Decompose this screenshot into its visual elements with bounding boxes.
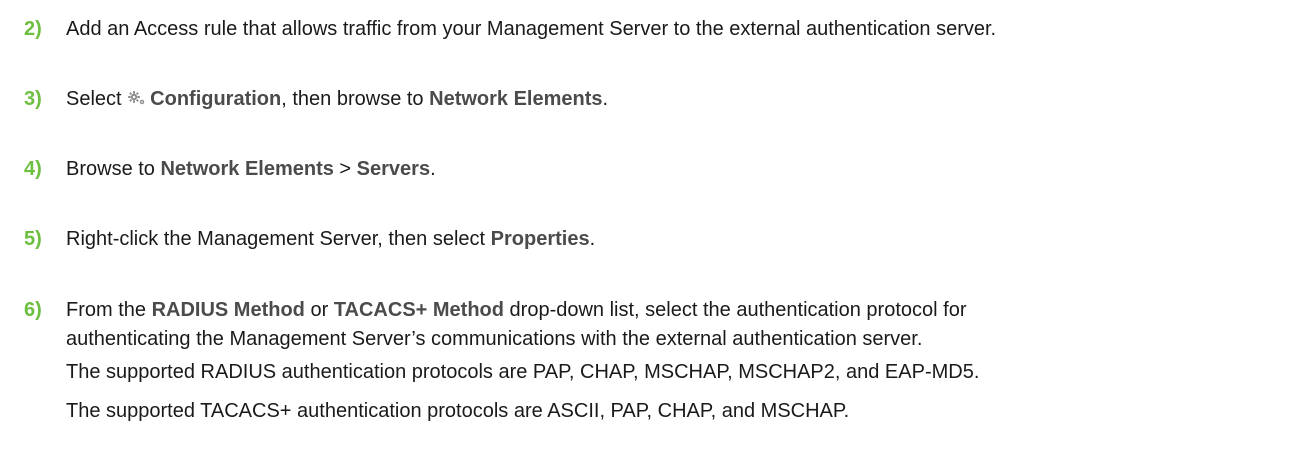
- step-text-post: .: [430, 158, 436, 180]
- step-text-post: drop-down list, select the authenticatio…: [504, 299, 967, 321]
- step-text-pre: Browse to: [66, 158, 161, 180]
- tacacs-method-ui-term: TACACS+ Method: [333, 299, 504, 321]
- properties-ui-term: Properties: [490, 228, 590, 250]
- network-elements-ui-term: Network Elements: [429, 88, 603, 110]
- gear-icon: [127, 86, 147, 105]
- step-number: 3): [24, 88, 42, 110]
- servers-ui-term: Servers: [356, 158, 431, 180]
- step-text-mid: >: [333, 158, 357, 180]
- configuration-ui-term: Configuration: [150, 88, 282, 110]
- step-number: 6): [24, 299, 42, 321]
- step-text-mid: or: [304, 299, 334, 321]
- tacacs-protocols-note: The supported TACACS+ authentication pro…: [66, 400, 850, 422]
- radius-method-ui-term: RADIUS Method: [151, 299, 305, 321]
- step-text-post: .: [589, 228, 596, 250]
- radius-protocols-note: The supported RADIUS authentication prot…: [66, 361, 980, 383]
- step-text-pre: Select: [66, 88, 128, 110]
- network-elements-ui-term: Network Elements: [160, 158, 334, 180]
- step-text: Select Configuration, then browse to Net…: [66, 85, 608, 113]
- step-text: Add an Access rule that allows traffic f…: [66, 18, 997, 40]
- step-text: From the RADIUS Method or TACACS+ Method…: [66, 296, 966, 324]
- step-number: 2): [24, 18, 42, 40]
- step-text-post: .: [602, 88, 609, 110]
- step-number: 4): [24, 158, 42, 180]
- step-text-pre: Right-click the Management Server, then …: [66, 228, 491, 250]
- step-text-continued: authenticating the Management Server’s c…: [66, 328, 923, 350]
- step-text: Browse to Network Elements > Servers.: [66, 155, 436, 183]
- step-number: 5): [24, 228, 42, 250]
- step-text: Right-click the Management Server, then …: [66, 225, 595, 253]
- step-text-pre: From the: [66, 299, 152, 321]
- step-text-mid: , then browse to: [281, 88, 430, 110]
